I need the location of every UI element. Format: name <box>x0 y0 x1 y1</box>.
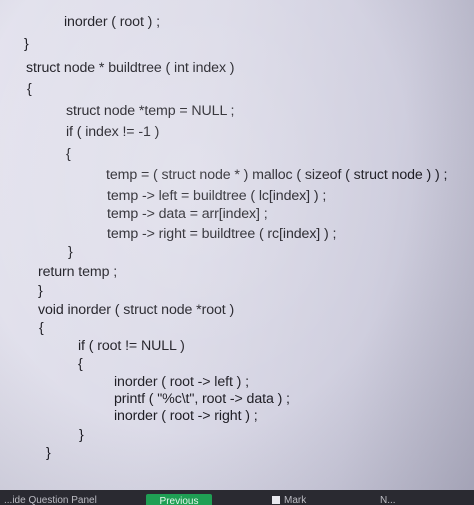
code-line-12: } <box>68 244 73 260</box>
code-line-13: return temp ; <box>38 264 118 280</box>
code-line-20: printf ( "%c\t", root -> data ) ; <box>114 391 290 407</box>
code-line-22: } <box>79 427 84 443</box>
code-line-14: } <box>38 283 43 299</box>
code-line-10: temp -> data = arr[index] ; <box>107 206 268 222</box>
code-line-7: { <box>66 146 71 162</box>
code-line-16: { <box>39 320 44 336</box>
code-line-18: { <box>78 356 83 372</box>
code-line-11: temp -> right = buildtree ( rc[index] ) … <box>107 226 337 242</box>
mark-checkbox[interactable] <box>272 496 280 504</box>
code-line-21: inorder ( root -> right ) ; <box>114 408 258 424</box>
code-line-23: } <box>46 445 51 461</box>
code-line-19: inorder ( root -> left ) ; <box>114 374 249 390</box>
code-line-5: struct node *temp = NULL ; <box>66 103 235 119</box>
mark-label: Mark <box>284 495 307 505</box>
code-line-17: if ( root != NULL ) <box>78 338 185 354</box>
previous-button[interactable]: Previous <box>146 494 212 505</box>
code-line-6: if ( index != -1 ) <box>66 124 160 140</box>
code-line-3: struct node * buildtree ( int index ) <box>26 60 235 76</box>
code-screen: inorder ( root ) ; } struct node * build… <box>0 0 474 505</box>
question-panel-link[interactable]: ...ide Question Panel <box>4 495 97 505</box>
code-line-9: temp -> left = buildtree ( lc[index] ) ; <box>107 188 327 204</box>
code-line-15: void inorder ( struct node *root ) <box>38 302 235 318</box>
code-line-1: inorder ( root ) ; <box>64 14 160 30</box>
bottom-nav-bar: ...ide Question Panel Previous Mark N... <box>0 490 474 505</box>
code-line-2: } <box>24 36 29 52</box>
next-button[interactable]: N... <box>380 495 396 505</box>
code-line-4: { <box>27 81 32 97</box>
code-line-8: temp = ( struct node * ) malloc ( sizeof… <box>106 167 448 183</box>
